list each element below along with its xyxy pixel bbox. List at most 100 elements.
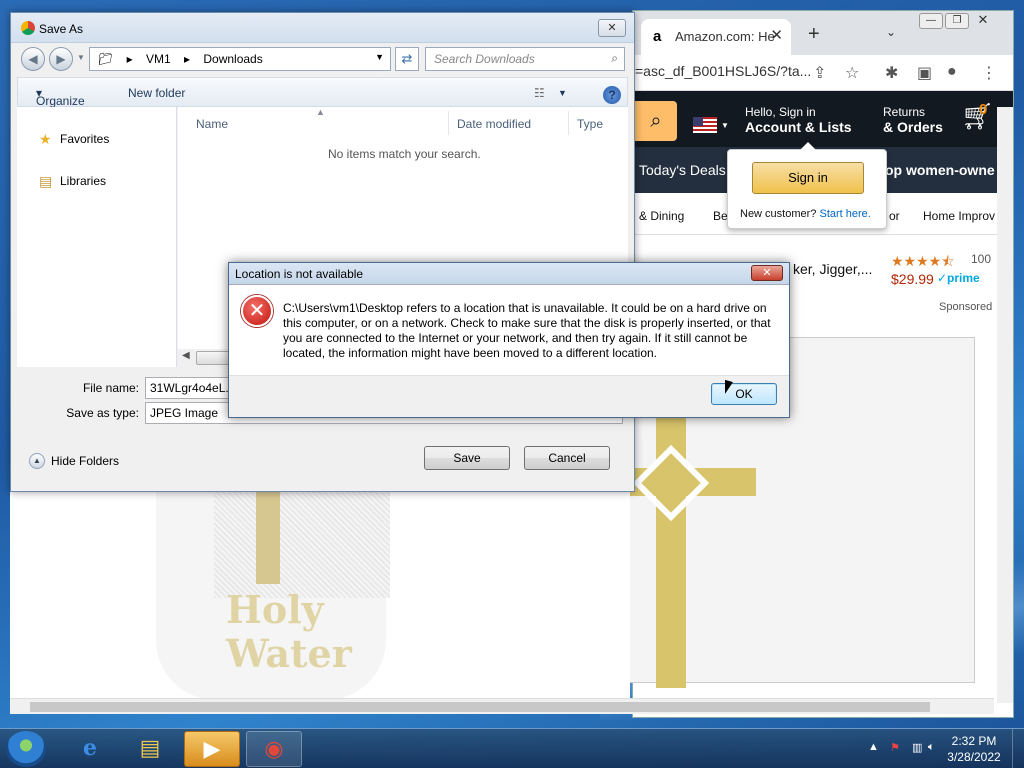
internet-explorer-icon[interactable]: e bbox=[62, 731, 118, 767]
shop-women-link[interactable]: op women-owne bbox=[885, 162, 995, 178]
bottle-cross bbox=[256, 488, 280, 584]
product-title[interactable]: ker, Jigger,... bbox=[793, 261, 872, 277]
tab-amazon[interactable]: a Amazon.com: He ✕ bbox=[641, 19, 791, 55]
cat-be[interactable]: Be bbox=[713, 209, 728, 223]
breadcrumb-arrow-icon[interactable]: ▸ bbox=[127, 52, 133, 66]
folder-icon: 📁︎ bbox=[98, 52, 114, 66]
close-icon[interactable]: ✕ bbox=[598, 19, 626, 37]
cancel-button[interactable]: Cancel bbox=[524, 446, 610, 470]
star-icon[interactable]: ☆ bbox=[845, 63, 859, 83]
column-name[interactable]: Name bbox=[196, 117, 228, 131]
file-explorer-icon[interactable]: ▤ bbox=[122, 731, 178, 767]
star-icon: ★ bbox=[39, 131, 52, 147]
chrome-icon[interactable]: ◉ bbox=[246, 731, 302, 767]
view-dropdown-icon[interactable]: ▼ bbox=[558, 88, 567, 98]
review-count[interactable]: 100 bbox=[971, 252, 991, 266]
vertical-scrollbar[interactable] bbox=[997, 107, 1013, 703]
clock[interactable]: 2:32 PM 3/28/2022 bbox=[944, 733, 1004, 765]
extensions-icon[interactable]: ✱ bbox=[885, 63, 898, 83]
taskbar: e ▤ ▶ ◉ ▲ ⚑ ▥ 🔈︎ 2:32 PM 3/28/2022 bbox=[0, 728, 1024, 768]
page-horizontal-scrollbar[interactable] bbox=[10, 698, 994, 714]
file-name-input[interactable]: 31WLgr4o4eL._ bbox=[145, 377, 235, 399]
show-desktop-button[interactable] bbox=[1012, 729, 1024, 768]
save-button[interactable]: Save bbox=[424, 446, 510, 470]
cross-center bbox=[632, 444, 710, 522]
bottle-text: Holy Water bbox=[226, 588, 352, 676]
column-divider[interactable] bbox=[568, 111, 569, 135]
maximize-icon[interactable]: ❐ bbox=[945, 13, 969, 29]
refresh-icon[interactable]: ⇄ bbox=[395, 47, 419, 71]
returns-label[interactable]: Returns bbox=[883, 105, 925, 119]
cart-count: 0 bbox=[979, 101, 988, 118]
us-flag-icon[interactable] bbox=[693, 117, 717, 133]
media-player-icon[interactable]: ▶ bbox=[184, 731, 240, 767]
signin-flyout: Sign in New customer? Start here. bbox=[727, 142, 887, 229]
column-type[interactable]: Type bbox=[577, 117, 603, 131]
history-chevron-icon[interactable]: ▼ bbox=[77, 53, 85, 62]
organize-button[interactable]: Organize ▾ bbox=[36, 86, 85, 108]
orders-label[interactable]: & Orders bbox=[883, 119, 943, 135]
scrollbar-thumb[interactable] bbox=[30, 702, 930, 712]
search-input[interactable]: Search Downloads ⌕ bbox=[425, 47, 625, 71]
toolbar: Organize ▾ New folder ☷ ▼ ? bbox=[17, 77, 628, 108]
todays-deals-link[interactable]: Today's Deals bbox=[639, 162, 726, 178]
amazon-favicon-icon: a bbox=[653, 28, 662, 45]
close-icon[interactable]: ✕ bbox=[751, 265, 783, 281]
forward-icon[interactable]: ▶ bbox=[49, 47, 73, 71]
address-breadcrumb[interactable]: 📁︎ ▸ VM1 ▸ Downloads ▼ bbox=[89, 47, 391, 71]
new-tab-icon[interactable]: + bbox=[808, 23, 820, 46]
navigation-pane: ★ Favorites ▤ Libraries bbox=[17, 107, 177, 367]
chrome-logo-icon bbox=[21, 21, 35, 35]
kebab-menu-icon[interactable]: ⋮ bbox=[981, 63, 997, 83]
action-center-icon[interactable]: ⚑ bbox=[890, 741, 900, 754]
cat-or[interactable]: or bbox=[889, 209, 900, 223]
error-dialog: Location is not available ✕ ✕ C:\Users\v… bbox=[228, 262, 790, 418]
back-icon[interactable]: ◀ bbox=[21, 47, 45, 71]
profile-icon[interactable]: ● bbox=[947, 63, 957, 81]
start-here-link[interactable]: Start here. bbox=[819, 208, 870, 220]
breadcrumb-downloads[interactable]: Downloads bbox=[203, 52, 262, 66]
ok-button[interactable]: OK bbox=[711, 383, 777, 405]
column-date-modified[interactable]: Date modified bbox=[457, 117, 531, 131]
search-placeholder: Search Downloads bbox=[434, 52, 535, 66]
sponsored-label: Sponsored bbox=[939, 301, 993, 313]
tab-search-chevron-icon[interactable]: ⌄ bbox=[886, 25, 896, 39]
network-icon[interactable]: ▥ bbox=[912, 741, 922, 754]
tab-close-icon[interactable]: ✕ bbox=[770, 26, 783, 44]
cat-dining[interactable]: & Dining bbox=[639, 209, 684, 223]
error-footer bbox=[229, 375, 789, 417]
address-dropdown-icon[interactable]: ▼ bbox=[375, 52, 384, 62]
new-folder-button[interactable]: New folder bbox=[128, 86, 185, 100]
file-name-label: File name: bbox=[82, 381, 139, 395]
organize-label: Organize bbox=[36, 94, 85, 108]
scroll-left-icon[interactable]: ◀ bbox=[182, 350, 190, 361]
breadcrumb-arrow-icon[interactable]: ▸ bbox=[184, 52, 190, 66]
minimize-icon[interactable]: — bbox=[919, 13, 943, 29]
help-icon[interactable]: ? bbox=[603, 86, 621, 104]
hello-sign-in[interactable]: Hello, Sign in bbox=[745, 105, 816, 119]
cart-icon[interactable]: 🛒︎ bbox=[961, 101, 994, 132]
sidebar-item-label: Libraries bbox=[60, 174, 107, 188]
column-divider[interactable] bbox=[448, 111, 449, 135]
collapse-icon: ▲ bbox=[29, 453, 45, 469]
window-close-icon[interactable]: ✕ bbox=[971, 13, 995, 29]
new-customer-label: New customer? bbox=[740, 208, 817, 220]
error-message: C:\Users\vm1\Desktop refers to a locatio… bbox=[283, 301, 771, 360]
start-button[interactable] bbox=[6, 731, 46, 767]
signin-button[interactable]: Sign in bbox=[752, 162, 864, 194]
side-panel-icon[interactable]: ▣ bbox=[917, 63, 932, 83]
save-as-titlebar[interactable]: Save As ✕ bbox=[11, 13, 634, 43]
view-options-icon[interactable]: ☷ bbox=[534, 86, 545, 100]
breadcrumb-vm1[interactable]: VM1 bbox=[146, 52, 171, 66]
tray-arrow-icon[interactable]: ▲ bbox=[868, 741, 879, 753]
cat-home-improvement[interactable]: Home Improv bbox=[923, 209, 995, 223]
account-lists[interactable]: Account & Lists bbox=[745, 119, 852, 135]
search-icon[interactable]: ⌕ bbox=[635, 101, 677, 141]
search-icon[interactable]: ⌕ bbox=[611, 51, 618, 66]
share-icon[interactable]: ⇪ bbox=[813, 63, 826, 83]
bottle-pattern bbox=[214, 490, 390, 598]
error-titlebar[interactable]: Location is not available ✕ bbox=[229, 263, 789, 285]
save-as-dialog: Save As ✕ ◀ ▶ ▼ 📁︎ ▸ VM1 ▸ Downloads ▼ ⇄… bbox=[10, 12, 635, 492]
url-text[interactable]: =asc_df_B001HSLJ6S/?ta... bbox=[635, 63, 811, 79]
volume-icon[interactable]: 🔈︎ bbox=[928, 741, 935, 754]
